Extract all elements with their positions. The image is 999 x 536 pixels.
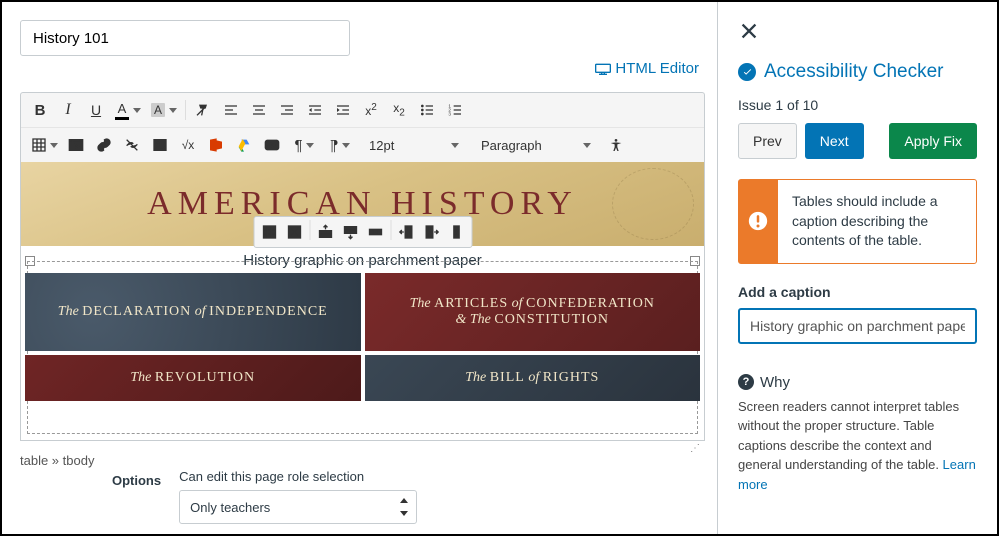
table-cell[interactable]: The REVOLUTION — [25, 355, 361, 401]
gdrive-button[interactable] — [231, 132, 257, 158]
issue-message-box: Tables should include a caption describi… — [738, 179, 977, 264]
help-icon: ? — [738, 374, 754, 390]
why-heading: ? Why — [738, 374, 977, 391]
row-delete-button[interactable] — [363, 220, 387, 244]
image-button[interactable] — [147, 132, 173, 158]
table-props-button[interactable] — [257, 220, 281, 244]
panel-title: Accessibility Checker — [738, 61, 977, 83]
editor-content[interactable]: AMERICAN HISTORY History graphic on parc… — [20, 162, 705, 441]
issue-counter: Issue 1 of 10 — [738, 97, 977, 113]
font-size-select[interactable]: 12pt — [359, 132, 469, 158]
apply-fix-button[interactable]: Apply Fix — [889, 123, 977, 159]
office-button[interactable] — [203, 132, 229, 158]
align-left-button[interactable] — [218, 97, 244, 123]
unlink-button[interactable] — [119, 132, 145, 158]
options-label: Options — [112, 473, 161, 488]
rtl-button[interactable]: ¶ — [323, 132, 357, 158]
col-delete-button[interactable] — [444, 220, 468, 244]
table-context-toolbar — [253, 216, 472, 248]
alert-icon — [748, 211, 768, 231]
table-delete-button[interactable] — [282, 220, 306, 244]
bold-button[interactable]: B — [27, 97, 53, 123]
subscript-button[interactable]: x2 — [386, 97, 412, 123]
html-editor-label: HTML Editor — [615, 60, 699, 77]
caption-field-label: Add a caption — [738, 284, 977, 300]
table-button[interactable] — [27, 132, 61, 158]
role-select[interactable]: Only teachers — [179, 490, 417, 524]
clear-format-button[interactable] — [190, 97, 216, 123]
align-right-button[interactable] — [274, 97, 300, 123]
caption-input[interactable] — [738, 308, 977, 344]
italic-button[interactable]: I — [55, 97, 81, 123]
prev-button[interactable]: Prev — [738, 123, 797, 159]
underline-button[interactable]: U — [83, 97, 109, 123]
block-format-select[interactable]: Paragraph — [471, 132, 601, 158]
equation-button[interactable]: √x — [175, 132, 201, 158]
media-button[interactable] — [63, 132, 89, 158]
row-after-button[interactable] — [338, 220, 362, 244]
bullet-list-button[interactable] — [414, 97, 440, 123]
superscript-button[interactable]: x2 — [358, 97, 384, 123]
accessibility-checker-button[interactable] — [603, 132, 629, 158]
indent-button[interactable] — [330, 97, 356, 123]
col-after-button[interactable] — [419, 220, 443, 244]
col-before-button[interactable] — [394, 220, 418, 244]
table-cell[interactable]: The BILL of RIGHTS — [365, 355, 701, 401]
ltr-button[interactable]: ¶ — [287, 132, 321, 158]
table-cell[interactable]: The DECLARATION of INDEPENDENCE — [25, 273, 361, 351]
element-path[interactable]: table » tbody — [20, 453, 94, 468]
next-button[interactable]: Next — [805, 123, 864, 159]
svg-text:3: 3 — [448, 111, 451, 116]
number-list-button[interactable]: 123 — [442, 97, 468, 123]
youtube-button[interactable] — [259, 132, 285, 158]
close-icon[interactable] — [738, 20, 760, 42]
table-cell[interactable]: The ARTICLES of CONFEDERATION& The CONST… — [365, 273, 701, 351]
why-body: Screen readers cannot interpret tables w… — [738, 397, 977, 495]
align-center-button[interactable] — [246, 97, 272, 123]
text-color-button[interactable]: A — [111, 97, 145, 123]
role-select-label: Can edit this page role selection — [179, 469, 417, 484]
editor-toolbar: B I U A A x2 x2 — [20, 92, 705, 162]
accessibility-panel: Accessibility Checker Issue 1 of 10 Prev… — [717, 2, 997, 534]
link-button[interactable] — [91, 132, 117, 158]
page-title-input[interactable] — [20, 20, 350, 56]
bg-color-button[interactable]: A — [147, 97, 181, 123]
resize-grip[interactable]: ⋰ — [690, 443, 701, 454]
row-before-button[interactable] — [313, 220, 337, 244]
check-badge-icon — [738, 63, 756, 81]
html-editor-link[interactable]: HTML Editor — [595, 60, 699, 77]
outdent-button[interactable] — [302, 97, 328, 123]
